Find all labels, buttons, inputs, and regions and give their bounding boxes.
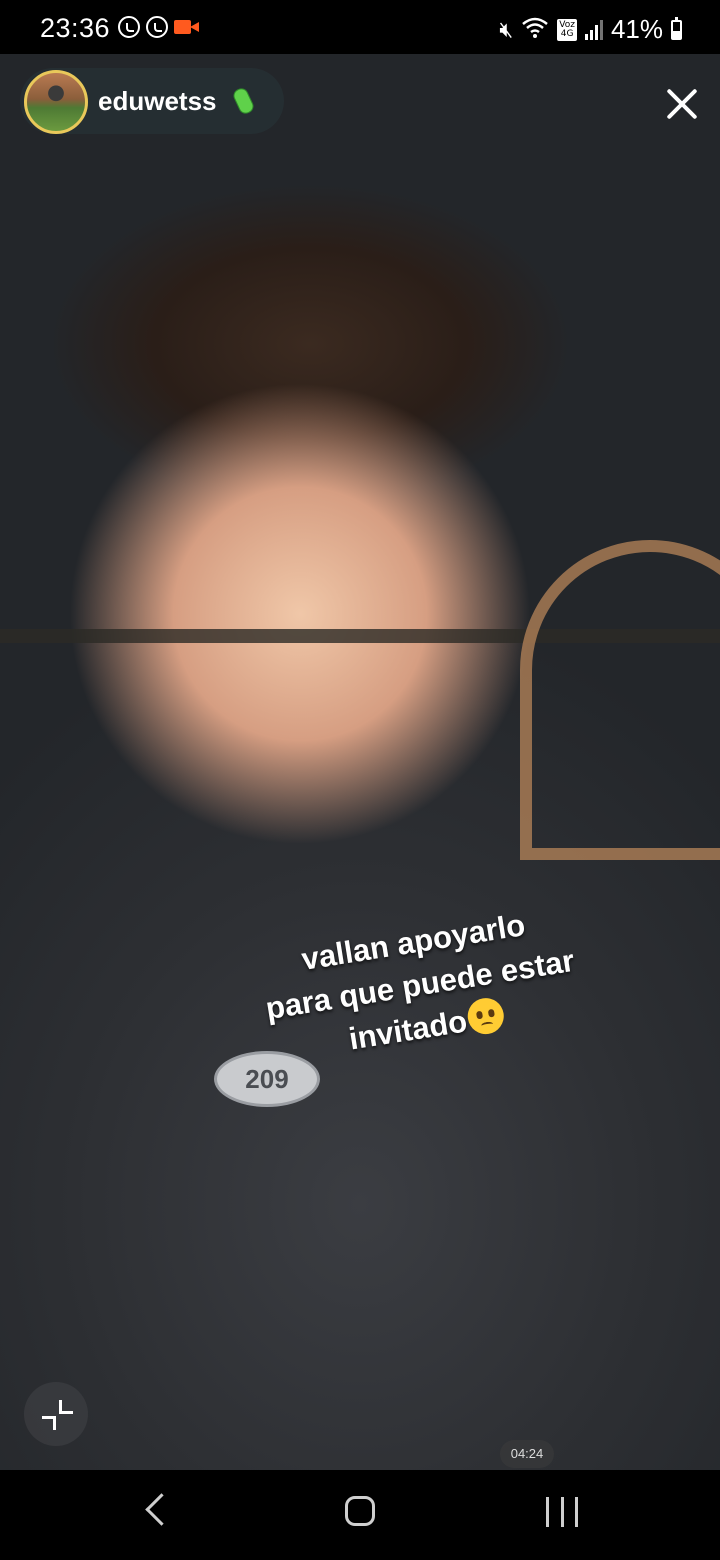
screen-record-icon [174, 18, 200, 36]
navigation-bar [0, 1470, 720, 1560]
background-chair [520, 540, 720, 860]
pleading-face-emoji-icon [465, 995, 507, 1037]
status-time: 23:36 [40, 13, 111, 43]
whatsapp-icon [146, 16, 168, 38]
battery-percent: 41% [610, 14, 663, 44]
mute-icon: 🔇︎ [499, 16, 514, 42]
minimize-button[interactable] [24, 1382, 88, 1446]
whatsapp-icon [118, 16, 140, 38]
battery-icon [671, 16, 682, 40]
status-icons-right: 🔇︎ Voz 4G 41% [499, 14, 682, 45]
username[interactable]: eduwetss [98, 86, 217, 117]
live-video[interactable]: 209 [0, 54, 720, 1470]
video-timestamp: 04:24 [500, 1440, 554, 1468]
close-button[interactable] [664, 86, 700, 122]
status-icons-left [118, 16, 200, 38]
minimize-icon [42, 1416, 56, 1430]
wifi-icon [521, 16, 549, 44]
avatar[interactable] [24, 70, 88, 134]
minimize-icon [59, 1400, 73, 1414]
network-type-icon: Voz 4G [557, 18, 577, 41]
signal-icon [584, 19, 603, 40]
recent-apps-icon[interactable] [546, 1497, 578, 1527]
status-bar: 23:36 🔇︎ Voz 4G 41% [0, 0, 720, 54]
home-icon[interactable] [345, 1496, 375, 1526]
back-icon[interactable] [145, 1493, 178, 1526]
